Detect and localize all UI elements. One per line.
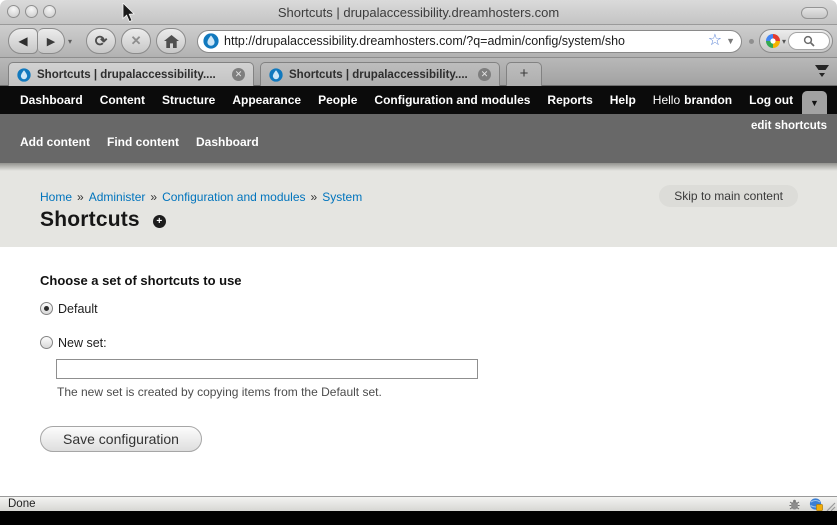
admin-menu-help[interactable]: Help: [610, 93, 636, 107]
breadcrumb-system[interactable]: System: [322, 190, 362, 204]
stop-icon: ✕: [130, 33, 142, 48]
tab-close-icon[interactable]: ✕: [478, 68, 491, 81]
page-content: Home » Administer » Configuration and module…: [0, 163, 837, 496]
username-link[interactable]: brandon: [684, 93, 732, 107]
status-bar: Done: [0, 496, 837, 512]
radio-row-new-set[interactable]: New set:: [40, 335, 837, 350]
new-set-radio[interactable]: [40, 336, 53, 349]
bottom-black-strip: [0, 511, 837, 525]
admin-menu-reports[interactable]: Reports: [547, 93, 592, 107]
forward-button[interactable]: ▶: [38, 28, 65, 54]
breadcrumb-home[interactable]: Home: [40, 190, 72, 204]
breadcrumb-separator: »: [310, 190, 318, 204]
toolbar-toggle-capsule-button[interactable]: [801, 7, 828, 19]
url-text[interactable]: http://drupalaccessibility.dreamhosters.…: [224, 34, 706, 48]
admin-menu-appearance[interactable]: Appearance: [232, 93, 301, 107]
add-shortcut-icon[interactable]: +: [152, 215, 166, 228]
forward-icon: ▶: [46, 35, 56, 48]
reload-icon: ⟳: [94, 33, 108, 50]
shortcut-set-form: Choose a set of shortcuts to use Default…: [0, 247, 837, 496]
radio-row-default[interactable]: Default: [40, 301, 837, 316]
back-forward-group: ◀ ▶ ▾: [0, 28, 86, 54]
stop-button[interactable]: ✕: [121, 28, 152, 54]
history-dropdown-icon[interactable]: ▾: [68, 37, 72, 46]
greeting-text: Hello: [652, 93, 681, 107]
toolbar-collapse-button[interactable]: ▼: [802, 91, 827, 114]
drupal-favicon: [17, 67, 31, 82]
shortcut-find-content[interactable]: Find content: [107, 135, 179, 149]
tab-shortcuts-1[interactable]: Shortcuts | drupalaccessibility.... ✕: [8, 62, 254, 86]
back-button[interactable]: ◀: [8, 28, 38, 54]
default-radio-label[interactable]: Default: [58, 302, 98, 316]
browser-window: Shortcuts | drupalaccessibility.dreamhos…: [0, 0, 837, 525]
save-configuration-button[interactable]: Save configuration: [40, 426, 202, 452]
back-icon: ◀: [18, 34, 28, 48]
mouse-cursor-icon: [122, 3, 135, 23]
firebug-icon[interactable]: [788, 499, 801, 511]
new-tab-button[interactable]: +: [506, 62, 542, 86]
skip-to-main-content-button[interactable]: Skip to main content: [659, 185, 798, 207]
edit-shortcuts-link[interactable]: edit shortcuts: [751, 120, 827, 132]
admin-menu-configuration[interactable]: Configuration and modules: [374, 93, 530, 107]
tab-bar: Shortcuts | drupalaccessibility.... ✕ Sh…: [0, 58, 837, 86]
tab-label: Shortcuts | drupalaccessibility....: [289, 68, 468, 81]
status-icons: [788, 498, 823, 511]
user-greeting: Hello brandon: [653, 93, 732, 107]
tab-close-icon[interactable]: ✕: [232, 68, 245, 81]
breadcrumb-administer[interactable]: Administer: [89, 190, 146, 204]
logout-link[interactable]: Log out: [749, 93, 793, 107]
page-title: Shortcuts: [40, 208, 140, 231]
default-radio[interactable]: [40, 302, 53, 315]
page-title-row: Shortcuts +: [40, 208, 166, 232]
url-dropdown-icon[interactable]: ▼: [726, 36, 735, 46]
breadcrumb-separator: »: [77, 190, 84, 204]
tab-shortcuts-2[interactable]: Shortcuts | drupalaccessibility.... ✕: [260, 62, 500, 86]
home-button[interactable]: [156, 28, 187, 54]
list-all-tabs-icon[interactable]: [813, 64, 831, 79]
new-set-description: The new set is created by copying items …: [57, 385, 382, 399]
search-input[interactable]: [788, 32, 831, 50]
form-heading: Choose a set of shortcuts to use: [40, 273, 242, 288]
home-icon: [163, 34, 179, 48]
breadcrumb: Home » Administer » Configuration and module…: [40, 190, 362, 204]
browser-toolbar: ◀ ▶ ▾ ⟳ ✕ http://drupalaccessibility.dre…: [0, 25, 837, 58]
reload-button[interactable]: ⟳: [86, 28, 117, 54]
google-engine-icon: [766, 34, 781, 48]
network-globe-icon[interactable]: [809, 498, 823, 511]
breadcrumb-separator: »: [150, 190, 158, 204]
url-bar[interactable]: http://drupalaccessibility.dreamhosters.…: [197, 29, 743, 53]
admin-menu-structure[interactable]: Structure: [162, 93, 215, 107]
drupal-favicon: [269, 67, 283, 82]
search-engine-dropdown-icon[interactable]: ▾: [782, 37, 786, 46]
shortcut-links: Add content Find content Dashboard: [20, 135, 259, 149]
drupal-shortcut-bar: edit shortcuts Add content Find content …: [0, 114, 837, 163]
search-bar[interactable]: ▾: [759, 29, 834, 53]
status-text: Done: [8, 498, 36, 510]
drupal-favicon: [203, 33, 219, 49]
shortcut-add-content[interactable]: Add content: [20, 135, 90, 149]
new-set-radio-label[interactable]: New set:: [58, 336, 107, 350]
admin-menu-dashboard[interactable]: Dashboard: [20, 93, 83, 107]
new-set-name-input[interactable]: [56, 359, 478, 379]
shortcut-dashboard[interactable]: Dashboard: [196, 135, 259, 149]
breadcrumb-configuration[interactable]: Configuration and modules: [162, 190, 305, 204]
admin-menu-people[interactable]: People: [318, 93, 357, 107]
toolbar-separator-dot: [749, 38, 755, 44]
magnifier-icon: [803, 35, 815, 47]
bookmark-star-icon[interactable]: ☆: [708, 33, 722, 49]
drupal-admin-toolbar: Dashboard Content Structure Appearance P…: [0, 86, 837, 114]
tab-label: Shortcuts | drupalaccessibility....: [37, 68, 216, 81]
chevron-down-icon: ▼: [810, 97, 819, 108]
admin-menu-content[interactable]: Content: [100, 93, 145, 107]
